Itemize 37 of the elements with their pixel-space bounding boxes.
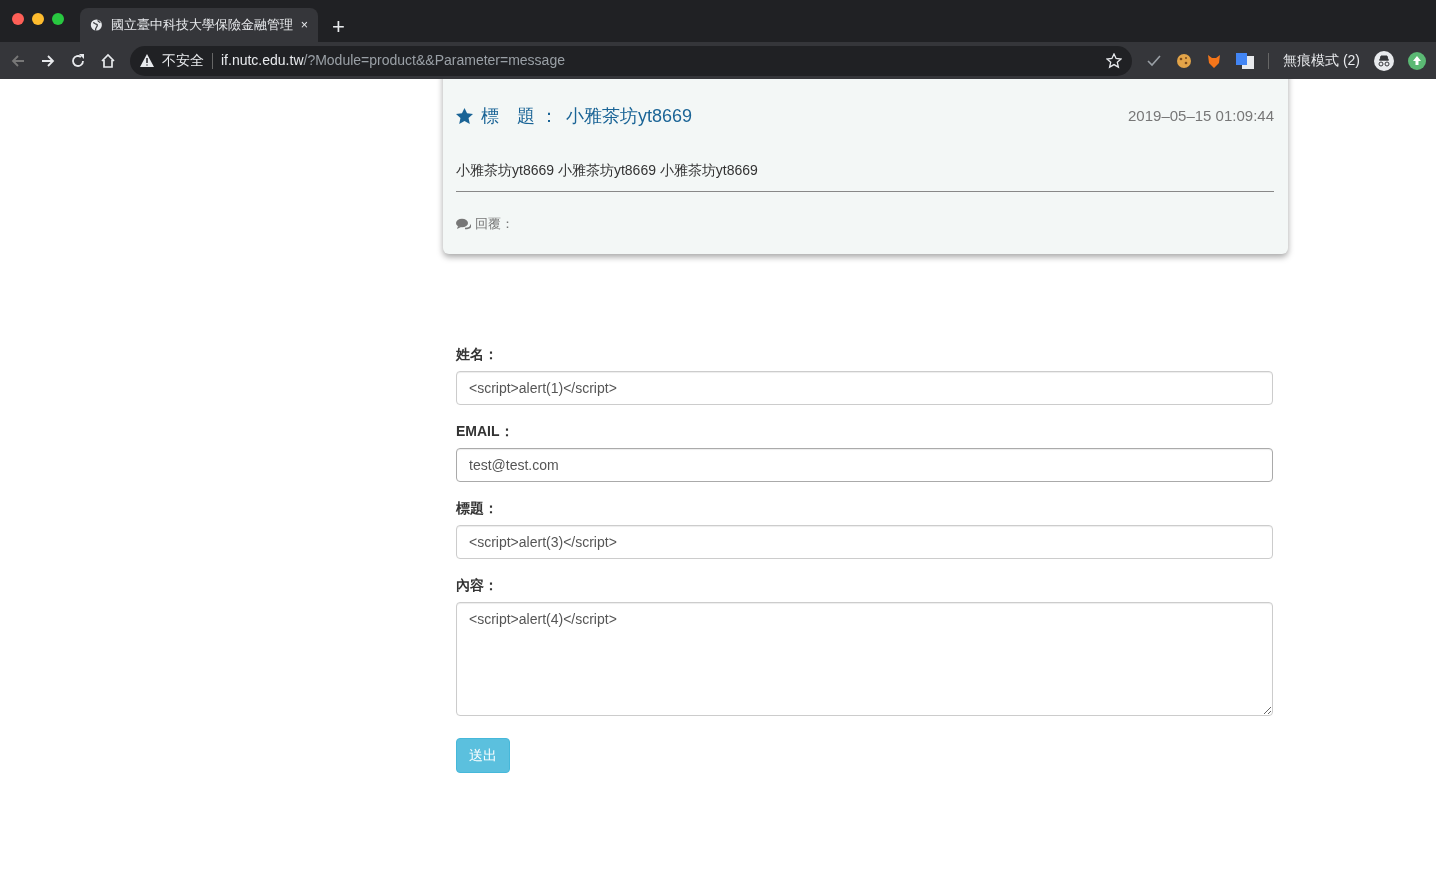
url-text: if.nutc.edu.tw/?Module=product&&Parameter=message [221,51,565,70]
browser-tab[interactable]: 國立臺中科技大學保險金融管理 × [80,8,318,42]
comments-icon [456,217,471,230]
zoom-window-icon[interactable] [52,13,64,25]
profile-label[interactable]: 無痕模式 (2) [1283,50,1360,71]
field-label: 內容： [456,575,499,595]
title-label: 標 題 ： [481,105,558,128]
content-field[interactable]: <script>alert(4)</script> [456,601,1273,716]
message-body: 小雅茶坊yt8669 小雅茶坊yt8669 小雅茶坊yt8669 [456,130,1274,192]
back-icon[interactable] [10,52,26,69]
reply-label: 回覆： [475,215,514,233]
fox-icon[interactable] [1206,52,1222,69]
field-label: 姓名： [456,344,499,364]
security-label: 不安全 [162,51,204,70]
new-tab-icon[interactable]: + [332,16,345,38]
home-icon[interactable] [100,52,116,69]
star-icon [456,108,473,125]
update-icon[interactable] [1408,51,1426,70]
input-field[interactable]: test@test.com [456,447,1273,482]
translate-icon[interactable] [1236,52,1254,69]
input-field[interactable]: <script>alert(3)</script> [456,524,1273,559]
field-label: 標題： [456,498,499,518]
close-window-icon[interactable] [12,13,24,25]
incognito-icon[interactable] [1374,50,1394,71]
message-date: 2019–05–15 01:09:44 [1128,106,1274,127]
forward-icon[interactable] [40,52,56,69]
reload-icon[interactable] [70,52,86,69]
star-icon[interactable] [1106,52,1122,69]
input-field[interactable]: <script>alert(1)</script> [456,370,1273,405]
globe-icon [90,17,103,33]
cookie-icon[interactable] [1176,52,1192,69]
close-tab-icon[interactable]: × [300,15,308,35]
message-title: 小雅茶坊yt8669 [566,105,693,128]
minimize-window-icon[interactable] [32,13,44,25]
address-bar[interactable]: 不安全 if.nutc.edu.tw/?Module=product&&Parameter=message [130,45,1132,76]
warning-icon [140,54,154,67]
field-label: EMAIL： [456,421,515,441]
